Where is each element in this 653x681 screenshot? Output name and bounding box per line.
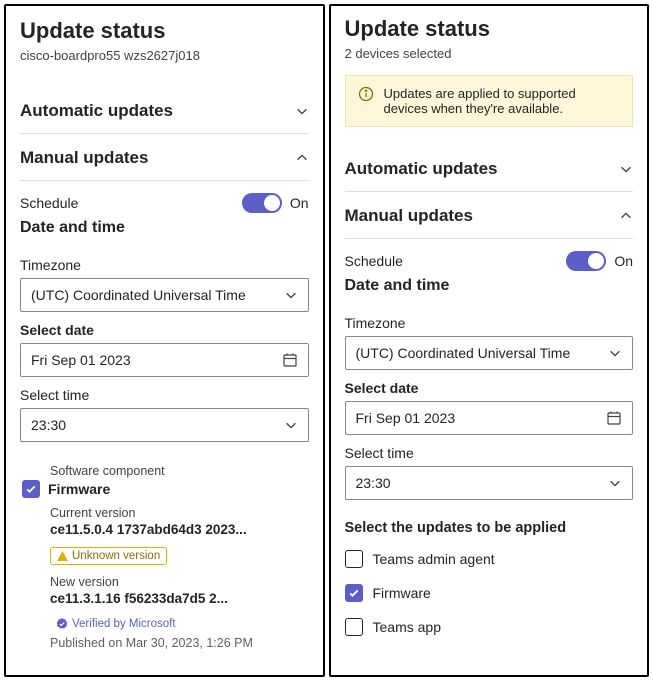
checkbox[interactable] — [345, 618, 363, 636]
new-version-value: ce11.3.1.16 f56233da7d5 2... — [50, 591, 228, 606]
info-icon — [358, 86, 374, 102]
timezone-select[interactable]: (UTC) Coordinated Universal Time — [20, 278, 309, 312]
accordion-label: Automatic updates — [345, 159, 498, 179]
chevron-up-icon — [295, 151, 309, 165]
accordion-manual-updates[interactable]: Manual updates — [20, 134, 309, 181]
toggle-state: On — [614, 253, 633, 269]
update-status-panel-single: Update status cisco-boardpro55 wzs2627j0… — [4, 4, 325, 677]
date-value: Fri Sep 01 2023 — [356, 410, 456, 426]
page-title: Update status — [20, 18, 309, 44]
date-label: Select date — [345, 380, 634, 396]
info-text: Updates are applied to supported devices… — [384, 86, 621, 116]
component-label: Software component — [22, 464, 309, 478]
accordion-label: Manual updates — [345, 206, 473, 226]
chevron-down-icon — [608, 476, 622, 490]
chevron-down-icon — [619, 162, 633, 176]
time-select[interactable]: 23:30 — [20, 408, 309, 442]
calendar-icon — [282, 352, 298, 368]
page-title: Update status — [345, 16, 634, 42]
info-banner: Updates are applied to supported devices… — [345, 75, 634, 127]
devices-selected: 2 devices selected — [345, 46, 634, 61]
current-version-label: Current version — [50, 506, 309, 520]
select-updates-heading: Select the updates to be applied — [345, 520, 634, 536]
verified-icon — [56, 618, 68, 630]
accordion-label: Manual updates — [20, 148, 148, 168]
schedule-toggle[interactable] — [566, 251, 606, 271]
schedule-row: Schedule On — [345, 251, 634, 271]
unknown-version-badge: Unknown version — [50, 547, 167, 565]
timezone-value: (UTC) Coordinated Universal Time — [31, 287, 246, 303]
timezone-value: (UTC) Coordinated Universal Time — [356, 345, 571, 361]
schedule-toggle[interactable] — [242, 193, 282, 213]
schedule-row: Schedule On — [20, 193, 309, 213]
firmware-label: Firmware — [48, 481, 110, 497]
firmware-checkbox[interactable] — [22, 480, 40, 498]
chevron-down-icon — [295, 104, 309, 118]
schedule-label: Schedule — [20, 195, 78, 211]
software-component-block: Software component Firmware Current vers… — [20, 464, 309, 650]
update-status-panel-multi: Update status 2 devices selected Updates… — [329, 4, 650, 677]
checkbox[interactable] — [345, 550, 363, 568]
accordion-label: Automatic updates — [20, 101, 173, 121]
date-input[interactable]: Fri Sep 01 2023 — [20, 343, 309, 377]
chevron-down-icon — [608, 346, 622, 360]
time-value: 23:30 — [31, 417, 66, 433]
date-value: Fri Sep 01 2023 — [31, 352, 131, 368]
new-version-label: New version — [50, 575, 309, 589]
current-version-value: ce11.5.0.4 1737abd64d3 2023... — [50, 522, 247, 537]
option-label: Firmware — [373, 585, 431, 601]
calendar-icon — [606, 410, 622, 426]
time-select[interactable]: 23:30 — [345, 466, 634, 500]
timezone-label: Timezone — [20, 257, 309, 273]
date-time-heading: Date and time — [345, 277, 634, 295]
update-option-teams-admin-agent[interactable]: Teams admin agent — [345, 550, 634, 568]
date-time-heading: Date and time — [20, 219, 309, 237]
update-option-firmware[interactable]: Firmware — [345, 584, 634, 602]
update-option-teams-app[interactable]: Teams app — [345, 618, 634, 636]
schedule-label: Schedule — [345, 253, 403, 269]
verified-badge: Verified by Microsoft — [50, 616, 182, 632]
checkbox[interactable] — [345, 584, 363, 602]
chevron-up-icon — [619, 209, 633, 223]
date-label: Select date — [20, 322, 309, 338]
time-label: Select time — [20, 387, 309, 403]
time-value: 23:30 — [356, 475, 391, 491]
device-name: cisco-boardpro55 wzs2627j018 — [20, 48, 309, 63]
toggle-state: On — [290, 195, 309, 211]
time-label: Select time — [345, 445, 634, 461]
option-label: Teams admin agent — [373, 551, 495, 567]
chevron-down-icon — [284, 418, 298, 432]
published-date: Published on Mar 30, 2023, 1:26 PM — [50, 636, 309, 650]
chevron-down-icon — [284, 288, 298, 302]
accordion-automatic-updates[interactable]: Automatic updates — [20, 87, 309, 134]
warning-icon — [57, 551, 68, 562]
current-version-block: Current version ce11.5.0.4 1737abd64d3 2… — [22, 506, 309, 565]
date-input[interactable]: Fri Sep 01 2023 — [345, 401, 634, 435]
timezone-label: Timezone — [345, 315, 634, 331]
option-label: Teams app — [373, 619, 441, 635]
timezone-select[interactable]: (UTC) Coordinated Universal Time — [345, 336, 634, 370]
accordion-automatic-updates[interactable]: Automatic updates — [345, 145, 634, 192]
accordion-manual-updates[interactable]: Manual updates — [345, 192, 634, 239]
new-version-block: New version ce11.3.1.16 f56233da7d5 2...… — [22, 575, 309, 650]
